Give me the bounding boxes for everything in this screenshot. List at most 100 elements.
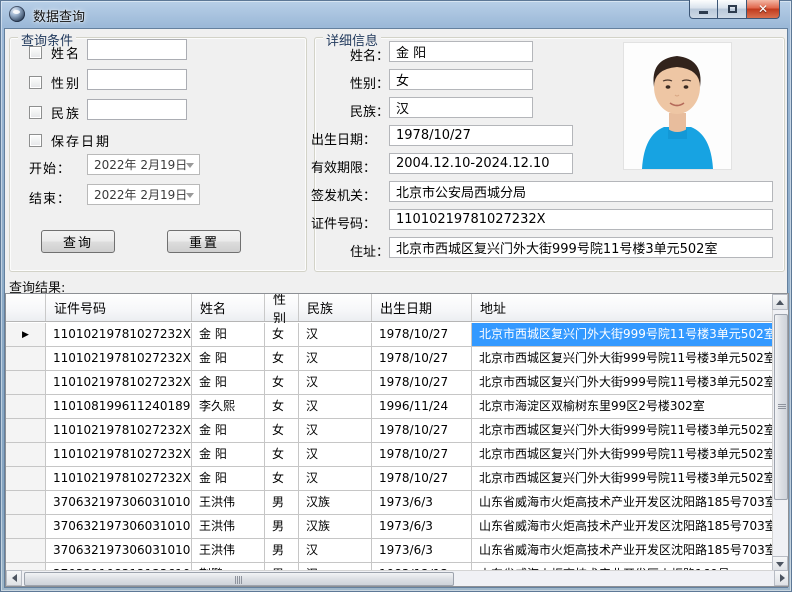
cell[interactable]: 11010219781027232X [46,467,192,491]
close-button[interactable]: ✕ [747,0,780,19]
cell[interactable]: 北京市西城区复兴门外大街999号院11号楼3单元502室 [472,347,773,371]
scroll-left-button[interactable] [6,570,22,586]
reset-button[interactable]: 重置 [167,230,241,253]
cell[interactable]: 1978/10/27 [372,323,472,347]
maximize-button[interactable] [718,0,747,19]
horizontal-scrollbar[interactable] [6,570,789,586]
cell[interactable]: 汉 [299,371,372,395]
scroll-up-button[interactable] [772,294,788,310]
name-input[interactable] [87,39,187,60]
cell[interactable]: 11010219781027232X [46,323,192,347]
cell[interactable]: 1978/10/27 [372,371,472,395]
row-selector[interactable] [6,419,46,443]
cell[interactable]: 汉 [299,539,372,563]
cell[interactable]: 王洪伟 [192,491,265,515]
cell[interactable]: 金 阳 [192,443,265,467]
row-selector[interactable]: ▶ [6,323,46,347]
cell[interactable]: 110108199611240189 [46,395,192,419]
cell[interactable]: 金 阳 [192,323,265,347]
vertical-scroll-thumb[interactable] [774,314,788,500]
cell[interactable]: 11010219781027232X [46,443,192,467]
cell[interactable]: 女 [265,443,299,467]
cell[interactable]: 1973/6/3 [372,539,472,563]
cell[interactable]: 金 阳 [192,347,265,371]
cell[interactable]: 北京市西城区复兴门外大街999号院11号楼3单元502室 [472,323,773,347]
cell[interactable]: 11010219781027232X [46,347,192,371]
cell[interactable]: 山东省威海市火炬高技术产业开发区沈阳路185号703室 [472,539,773,563]
cell[interactable]: 北京市西城区复兴门外大街999号院11号楼3单元502室 [472,443,773,467]
table-row[interactable]: 11010219781027232X金 阳女汉1978/10/27北京市西城区复… [6,347,773,371]
cell[interactable]: 金 阳 [192,371,265,395]
header-name[interactable]: 姓名 [192,294,265,321]
cell[interactable]: 王洪伟 [192,515,265,539]
row-selector[interactable] [6,347,46,371]
scroll-right-button[interactable] [774,570,789,586]
vertical-scrollbar[interactable] [772,294,788,572]
chevron-down-icon[interactable] [186,193,194,198]
chevron-down-icon[interactable] [186,163,194,168]
minimize-button[interactable] [689,0,718,19]
table-row[interactable]: ▶11010219781027232X金 阳女汉1978/10/27北京市西城区… [6,323,773,347]
cell[interactable]: 1973/6/3 [372,515,472,539]
cell[interactable]: 汉 [299,419,372,443]
table-row[interactable]: 370632197306031010王洪伟男汉族1973/6/3山东省威海市火炬… [6,491,773,515]
cell[interactable]: 北京市海淀区双榆树东里99区2号楼302室 [472,395,773,419]
cell[interactable]: 山东省威海市火炬高技术产业开发区沈阳路185号703室 [472,491,773,515]
cell[interactable]: 11010219781027232X [46,419,192,443]
cell[interactable]: 女 [265,347,299,371]
table-row[interactable]: 370632197306031010王洪伟男汉族1973/6/3山东省威海市火炬… [6,515,773,539]
cell[interactable]: 女 [265,395,299,419]
name-checkbox[interactable] [29,46,42,59]
cell[interactable]: 370632197306031010 [46,515,192,539]
cell[interactable]: 男 [265,539,299,563]
cell[interactable]: 1978/10/27 [372,443,472,467]
header-id-number[interactable]: 证件号码 [46,294,192,321]
cell[interactable]: 1996/11/24 [372,395,472,419]
cell[interactable]: 汉 [299,443,372,467]
table-row[interactable]: 11010219781027232X金 阳女汉1978/10/27北京市西城区复… [6,467,773,491]
cell[interactable]: 汉 [299,467,372,491]
gender-checkbox[interactable] [29,76,42,89]
row-selector[interactable] [6,539,46,563]
cell[interactable]: 男 [265,515,299,539]
cell[interactable]: 北京市西城区复兴门外大街999号院11号楼3单元502室 [472,371,773,395]
cell[interactable]: 1978/10/27 [372,467,472,491]
gender-input[interactable] [87,69,187,90]
cell[interactable]: 金 阳 [192,419,265,443]
cell[interactable]: 1978/10/27 [372,347,472,371]
row-selector[interactable] [6,443,46,467]
table-row[interactable]: 11010219781027232X金 阳女汉1978/10/27北京市西城区复… [6,443,773,467]
save-date-checkbox[interactable] [29,134,42,147]
row-selector[interactable] [6,395,46,419]
cell[interactable]: 1978/10/27 [372,419,472,443]
row-selector[interactable] [6,491,46,515]
cell[interactable]: 汉族 [299,515,372,539]
cell[interactable]: 汉 [299,347,372,371]
cell[interactable]: 男 [265,491,299,515]
cell[interactable]: 李久熙 [192,395,265,419]
header-address[interactable]: 地址 [472,294,773,321]
cell[interactable]: 汉 [299,395,372,419]
row-selector[interactable] [6,467,46,491]
table-row[interactable]: 110108199611240189李久熙女汉1996/11/24北京市海淀区双… [6,395,773,419]
header-ethnicity[interactable]: 民族 [299,294,372,321]
table-row[interactable]: 11010219781027232X金 阳女汉1978/10/27北京市西城区复… [6,371,773,395]
row-selector[interactable] [6,371,46,395]
cell[interactable]: 汉 [299,323,372,347]
cell[interactable]: 女 [265,419,299,443]
table-row[interactable]: 370632197306031010王洪伟男汉1973/6/3山东省威海市火炬高… [6,539,773,563]
cell[interactable]: 1973/6/3 [372,491,472,515]
cell[interactable]: 王洪伟 [192,539,265,563]
ethnicity-checkbox[interactable] [29,106,42,119]
cell[interactable]: 金 阳 [192,467,265,491]
start-date-picker[interactable]: 2022年 2月19日 [87,154,200,175]
cell[interactable]: 女 [265,323,299,347]
cell[interactable]: 370632197306031010 [46,539,192,563]
search-button[interactable]: 查询 [41,230,115,253]
cell[interactable]: 北京市西城区复兴门外大街999号院11号楼3单元502室 [472,467,773,491]
row-selector[interactable] [6,515,46,539]
cell[interactable]: 女 [265,371,299,395]
cell[interactable]: 山东省威海市火炬高技术产业开发区沈阳路185号703室 [472,515,773,539]
cell[interactable]: 汉族 [299,491,372,515]
cell[interactable]: 北京市西城区复兴门外大街999号院11号楼3单元502室 [472,419,773,443]
